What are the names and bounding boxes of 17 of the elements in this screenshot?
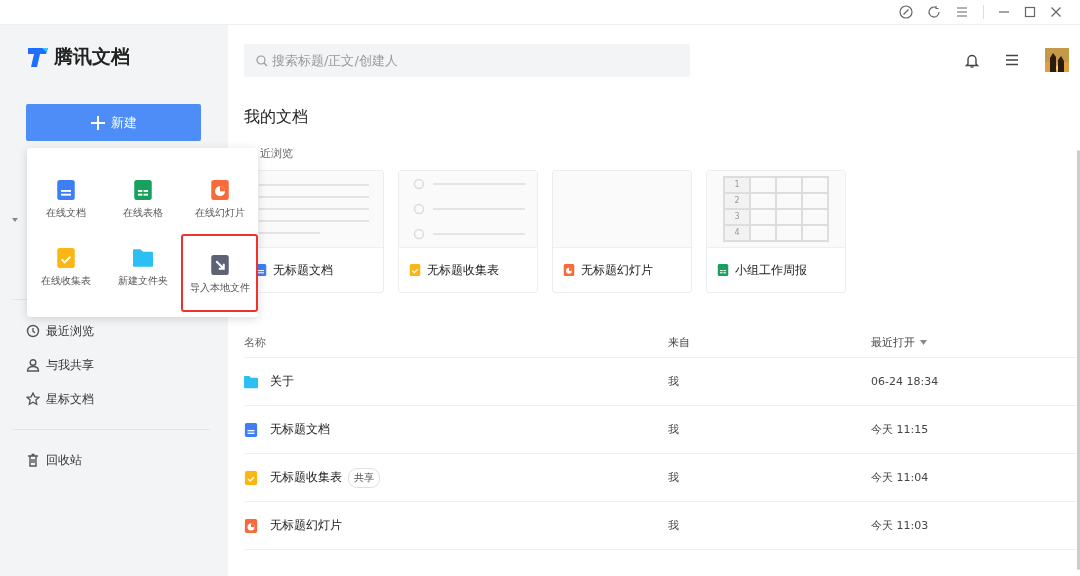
shared-tag: 共享 [348, 467, 380, 488]
date-cell-text: 今天 11:04 [871, 470, 930, 485]
section-label: 近浏览 [259, 146, 294, 161]
date-cell-text: 今天 11:15 [871, 422, 930, 437]
document-name: 无标题收集表 [427, 261, 499, 279]
date-cell-text: 今天 11:03 [871, 518, 930, 533]
owner-cell-text: 我 [668, 470, 680, 485]
document-name: 无标题幻灯片 [581, 261, 653, 279]
date-cell-text: 06-24 18:34 [871, 375, 940, 388]
owner-cell-text: 我 [668, 374, 680, 389]
row-number: 1 [724, 177, 750, 193]
page-title: 我的文档 [244, 107, 309, 128]
owner-cell-text: 我 [668, 422, 680, 437]
app-name: 腾讯文档 [54, 44, 130, 69]
document-name: 小组工作周报 [735, 261, 807, 279]
owner-cell-text: 我 [668, 518, 680, 533]
document-name: 无标题文档 [273, 261, 333, 279]
